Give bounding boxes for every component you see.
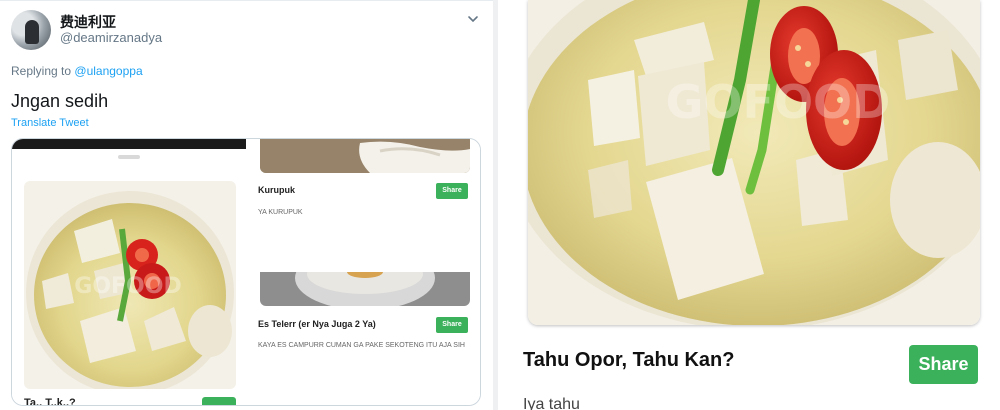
gofood-watermark-small: GOFOOD: [74, 274, 181, 299]
divider-line: [0, 0, 493, 1]
food-photo-large[interactable]: GOFOOD: [528, 0, 980, 325]
share-button[interactable]: Share: [436, 183, 468, 199]
media-image-right[interactable]: Kurupuk Share YA KURUPUK Es Telerr (er N…: [258, 139, 480, 405]
media-image-left[interactable]: GOFOOD Ta.. T..k..?: [12, 139, 246, 406]
display-name[interactable]: 费迪利亚: [60, 12, 116, 32]
share-button[interactable]: Share: [436, 317, 468, 333]
es-teler-photo: [260, 272, 470, 306]
replying-handle-link[interactable]: @ulangoppa: [74, 64, 142, 78]
item-description: KAYA ES CAMPURR CUMAN GA PAKE SEKOTENG I…: [258, 342, 465, 349]
tweet-text: Jngan sedih: [11, 91, 109, 111]
avatar[interactable]: [11, 10, 51, 50]
status-bar: [12, 139, 246, 149]
item-description: YA KURUPUK: [258, 209, 303, 216]
replying-prefix: Replying to: [11, 64, 72, 78]
translate-tweet-link[interactable]: Translate Tweet: [11, 117, 89, 129]
media-left-title: Ta.. T..k..?: [24, 397, 76, 406]
user-handle[interactable]: @deamirzanadya: [60, 30, 162, 45]
kurupuk-photo: [260, 139, 470, 173]
food-photo-small: GOFOOD: [24, 181, 236, 389]
tweet-media[interactable]: GOFOOD Ta.. T..k..? Kurupuk Share YA KUR…: [11, 138, 481, 406]
dish-description: Iya tahu: [523, 396, 580, 410]
chevron-down-icon[interactable]: [466, 12, 480, 26]
item-name: Kurupuk: [258, 185, 295, 195]
drag-handle: [118, 155, 140, 159]
detail-panel: GOFOOD Tahu Opor, Tahu Kan? Share Iya ta…: [498, 0, 1000, 410]
gofood-watermark: GOFOOD: [666, 75, 891, 129]
tweet: 费迪利亚 @deamirzanadya Replying to @ulangop…: [0, 0, 493, 410]
item-name: Es Telerr (er Nya Juga 2 Ya): [258, 319, 376, 329]
share-button[interactable]: Share: [909, 345, 978, 384]
replying-to: Replying to @ulangoppa: [11, 64, 143, 78]
dish-title: Tahu Opor, Tahu Kan?: [523, 349, 735, 371]
share-button-cut[interactable]: [202, 397, 236, 405]
